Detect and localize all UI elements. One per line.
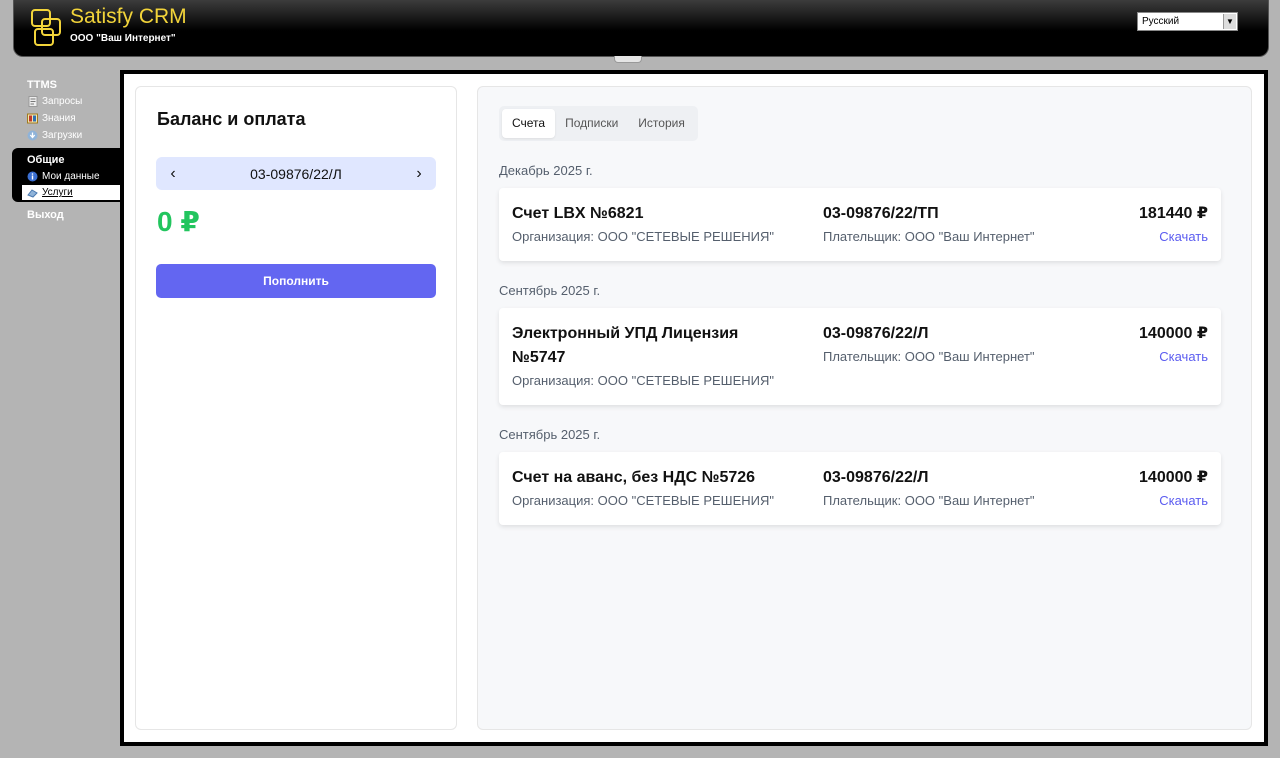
sidebar-item-label: Знания <box>42 113 76 124</box>
sidebar-item-label: Запросы <box>42 96 83 107</box>
sidebar-item-label: Загрузки <box>42 130 83 141</box>
app-header: Satisfy CRM ООО "Ваш Интернет" Русский ▼ <box>13 0 1269 57</box>
balance-amount: 0 ₽ <box>157 206 200 237</box>
topup-button[interactable]: Пополнить <box>156 264 436 298</box>
invoice-organization: Организация: ООО "СЕТЕВЫЕ РЕШЕНИЯ" <box>512 493 774 508</box>
invoice-organization: Организация: ООО "СЕТЕВЫЕ РЕШЕНИЯ" <box>512 373 774 388</box>
org-name: ООО "Ваш Интернет" <box>70 33 176 44</box>
nav-group-general: Общие Мои данные Услуги <box>12 148 122 202</box>
tab-subscriptions[interactable]: Подписки <box>555 109 628 138</box>
invoice-account: 03-09876/22/Л <box>823 469 929 486</box>
invoice-account: 03-09876/22/Л <box>823 325 929 342</box>
app-title: Satisfy CRM <box>70 5 187 28</box>
tab-history[interactable]: История <box>628 109 695 138</box>
download-link[interactable]: Скачать <box>1159 349 1208 364</box>
invoice-payer: Плательщик: ООО "Ваш Интернет" <box>823 349 1035 364</box>
download-icon <box>27 130 38 141</box>
info-icon <box>27 171 38 182</box>
balance-panel: Баланс и оплата ‹ 03-09876/22/Л › 0 ₽ По… <box>135 86 457 730</box>
account-number: 03-09876/22/Л <box>250 165 342 182</box>
invoices-panel: Счета Подписки История Декабрь 2025 г. С… <box>477 86 1252 730</box>
invoice-title: Электронный УПД Лицензия №5747 <box>512 325 739 366</box>
sidebar-item-downloads[interactable]: Загрузки <box>0 127 122 144</box>
invoice-sum: 181440 ₽ <box>1139 205 1208 222</box>
download-link[interactable]: Скачать <box>1159 229 1208 244</box>
book-icon <box>27 113 38 124</box>
document-icon <box>27 96 38 107</box>
services-icon <box>27 187 38 198</box>
invoice-title: Счет на аванс, без НДС №5726 <box>512 469 756 486</box>
chevron-left-icon[interactable]: ‹ <box>168 165 178 183</box>
main-content-frame: Баланс и оплата ‹ 03-09876/22/Л › 0 ₽ По… <box>120 70 1268 746</box>
language-value: Русский <box>1142 16 1180 27</box>
invoice-sum: 140000 ₽ <box>1139 325 1208 342</box>
nav-group-title-ttms: TTMS <box>27 79 57 91</box>
download-link[interactable]: Скачать <box>1159 493 1208 508</box>
tabs-bar: Счета Подписки История <box>499 106 698 141</box>
sidebar-item-my-data[interactable]: Мои данные <box>12 168 122 185</box>
invoice-payer: Плательщик: ООО "Ваш Интернет" <box>823 229 1035 244</box>
invoice-card: Счет на аванс, без НДС №5726 Организация… <box>499 452 1221 525</box>
invoice-organization: Организация: ООО "СЕТЕВЫЕ РЕШЕНИЯ" <box>512 229 774 244</box>
language-select[interactable]: Русский ▼ <box>1137 12 1238 31</box>
sidebar-item-services[interactable]: Услуги <box>22 185 122 200</box>
invoice-title: Счет LBX №6821 <box>512 205 644 222</box>
sidebar-item-label: Мои данные <box>42 171 100 182</box>
chevron-down-icon: ▼ <box>1223 14 1236 29</box>
balance-title: Баланс и оплата <box>157 109 306 129</box>
month-label: Сентябрь 2025 г. <box>499 283 601 298</box>
nav-group-title-general: Общие <box>27 154 65 166</box>
chevron-right-icon[interactable]: › <box>414 165 424 183</box>
invoice-account: 03-09876/22/ТП <box>823 205 939 222</box>
sidebar-item-label: Услуги <box>42 187 73 198</box>
sidebar-item-knowledge[interactable]: Знания <box>0 110 122 127</box>
account-switcher: ‹ 03-09876/22/Л › <box>156 157 436 190</box>
header-collapse-handle[interactable] <box>614 56 642 63</box>
invoice-card: Счет LBX №6821 Организация: ООО "СЕТЕВЫЕ… <box>499 188 1221 261</box>
invoice-card: Электронный УПД Лицензия №5747 Организац… <box>499 308 1221 405</box>
sidebar-nav: TTMS Запросы Знания Загрузки Общие Мои д… <box>0 78 122 221</box>
month-label: Декабрь 2025 г. <box>499 163 593 178</box>
month-label: Сентябрь 2025 г. <box>499 427 601 442</box>
logout-link[interactable]: Выход <box>0 209 122 221</box>
invoice-payer: Плательщик: ООО "Ваш Интернет" <box>823 493 1035 508</box>
sidebar-item-requests[interactable]: Запросы <box>0 93 122 110</box>
logo-icon <box>31 9 61 46</box>
invoice-sum: 140000 ₽ <box>1139 469 1208 486</box>
tab-invoices[interactable]: Счета <box>502 109 556 138</box>
